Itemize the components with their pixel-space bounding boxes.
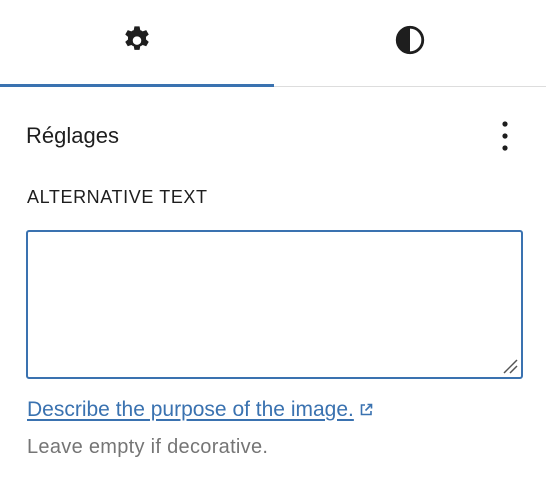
half-circle-contrast-icon (395, 25, 425, 55)
alt-text-label: ALTERNATIVE TEXT (27, 187, 208, 207)
sidebar-tabs (0, 0, 546, 87)
resize-handle-icon[interactable] (500, 356, 518, 374)
gear-icon (125, 26, 149, 50)
tab-styles[interactable] (274, 0, 546, 86)
tab-settings[interactable] (0, 0, 274, 87)
help-note: Leave empty if decorative. (27, 436, 269, 458)
vertical-ellipsis-icon (502, 121, 508, 151)
help-link-text: Describe the purpose of the image. (27, 398, 354, 421)
external-link-icon (360, 403, 373, 416)
describe-purpose-link[interactable]: Describe the purpose of the image. (27, 398, 374, 422)
panel-title: Réglages (26, 123, 119, 148)
panel-header: Réglages (26, 116, 520, 156)
alt-text-field[interactable] (26, 230, 523, 379)
more-options-button[interactable] (490, 116, 520, 156)
